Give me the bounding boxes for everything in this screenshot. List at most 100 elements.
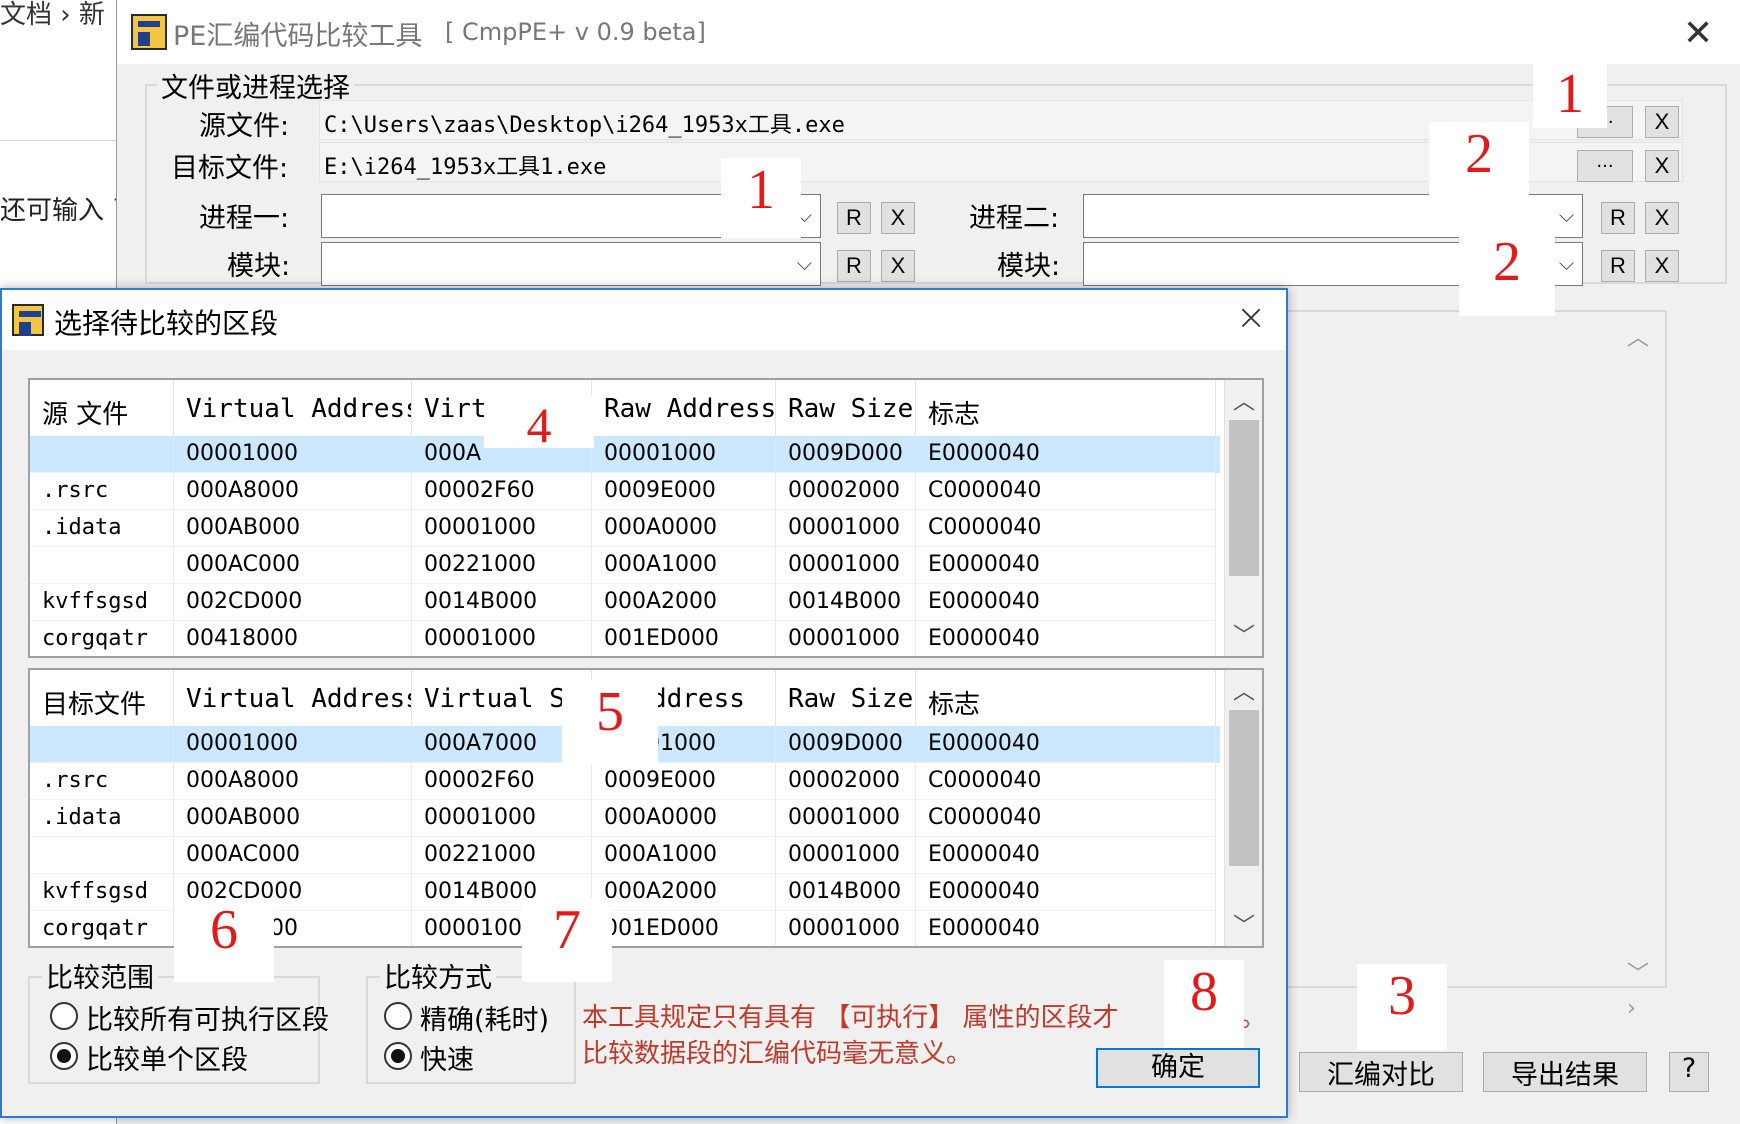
mode-exact-label[interactable]: 精确(耗时) bbox=[420, 998, 549, 1037]
compare-assembly-button[interactable]: 汇编对比 bbox=[1299, 1052, 1463, 1092]
process2-refresh-button[interactable]: R bbox=[1601, 202, 1635, 234]
table-row[interactable]: corgqatr 00418000 00001000 001ED000 00001000… bbox=[30, 621, 1220, 656]
module2-clear-button[interactable]: X bbox=[1645, 250, 1679, 282]
table-cell: 000A8000 bbox=[174, 473, 412, 510]
table-cell: E0000040 bbox=[916, 584, 1216, 621]
target-table-scrollbar[interactable]: ︿ ﹀ bbox=[1224, 670, 1262, 946]
table-cell: 00221000 bbox=[412, 547, 592, 584]
table-cell: 00002000 bbox=[776, 763, 916, 800]
scroll-down-icon[interactable]: ﹀ bbox=[1225, 908, 1262, 940]
target-clear-button[interactable]: X bbox=[1645, 150, 1679, 182]
scrollbar-thumb[interactable] bbox=[1229, 710, 1259, 866]
source-sections-table[interactable]: 源 文件 Virtual Address Virt Raw Address Ra… bbox=[28, 378, 1264, 658]
source-clear-button[interactable]: X bbox=[1645, 106, 1679, 138]
table-cell: E0000040 bbox=[916, 726, 1216, 763]
table-row[interactable]: 000AC000 00221000 000A1000 00001000 E0000040 bbox=[30, 547, 1220, 584]
table-cell: .idata bbox=[30, 800, 174, 837]
mode-exact-radio[interactable] bbox=[384, 1002, 412, 1030]
table-cell: 00001000 bbox=[412, 510, 592, 547]
table-cell: 000A1000 bbox=[592, 837, 776, 874]
scroll-down-icon[interactable]: ﹀ bbox=[1225, 618, 1262, 650]
table-cell: 0009D000 bbox=[776, 436, 916, 473]
export-results-button[interactable]: 导出结果 bbox=[1483, 1052, 1647, 1092]
table-cell: E0000040 bbox=[916, 837, 1216, 874]
process1-clear-button[interactable]: X bbox=[881, 202, 915, 234]
scope-single-radio[interactable] bbox=[50, 1042, 78, 1070]
table-cell: .rsrc bbox=[30, 473, 174, 510]
column-header[interactable]: 源 文件 bbox=[30, 380, 174, 436]
result-pane[interactable]: ︿ ﹀ › bbox=[1285, 310, 1667, 1021]
column-header[interactable]: Raw Address bbox=[592, 380, 776, 436]
column-header[interactable]: Raw Size bbox=[776, 380, 916, 436]
table-cell: 000A2000 bbox=[592, 584, 776, 621]
scope-all-label[interactable]: 比较所有可执行区段 bbox=[86, 998, 329, 1037]
main-titlebar[interactable]: PE汇编代码比较工具 [ CmpPE+ v 0.9 beta] ✕ bbox=[117, 0, 1740, 64]
table-row[interactable]: 00001000 000A 00001000 0009D000 E0000040 bbox=[30, 436, 1220, 473]
table-cell: 00001000 bbox=[776, 510, 916, 547]
mode-fast-label[interactable]: 快速 bbox=[420, 1038, 474, 1077]
scroll-up-icon[interactable]: ︿ bbox=[1225, 384, 1262, 416]
help-button[interactable]: ? bbox=[1669, 1052, 1709, 1092]
table-row[interactable]: .idata 000AB000 00001000 000A0000 00001000 C0… bbox=[30, 510, 1220, 547]
source-table-scrollbar[interactable]: ︿ ﹀ bbox=[1224, 380, 1262, 656]
table-cell: 000A0000 bbox=[592, 800, 776, 837]
column-header[interactable]: 目标文件 bbox=[30, 670, 174, 726]
table-cell: .rsrc bbox=[30, 763, 174, 800]
source-file-label: 源文件: bbox=[199, 111, 290, 142]
scroll-right-icon[interactable]: › bbox=[1627, 996, 1636, 1021]
ok-button[interactable]: 确定 bbox=[1096, 1048, 1260, 1088]
column-header[interactable]: 标志 bbox=[916, 380, 1216, 436]
annotation-marker: 3 bbox=[1357, 964, 1447, 1050]
scope-single-label[interactable]: 比较单个区段 bbox=[86, 1038, 248, 1077]
mode-fast-radio[interactable] bbox=[384, 1042, 412, 1070]
table-cell: 002CD000 bbox=[174, 584, 412, 621]
process2-label: 进程二: bbox=[969, 203, 1060, 234]
mode-title: 比较方式 bbox=[380, 956, 496, 995]
module2-refresh-button[interactable]: R bbox=[1601, 250, 1635, 282]
table-cell bbox=[30, 726, 174, 763]
table-row[interactable]: .rsrc 000A8000 00002F60 0009E000 00002000 C00… bbox=[30, 473, 1220, 510]
section-select-dialog: 选择待比较的区段 × 源 文件 Virtual Address Virt Raw… bbox=[0, 288, 1288, 1118]
process2-clear-button[interactable]: X bbox=[1645, 202, 1679, 234]
scrollbar-thumb[interactable] bbox=[1229, 420, 1259, 576]
table-row[interactable]: 000AC000 00221000 000A1000 00001000 E0000040 bbox=[30, 837, 1220, 874]
module1-refresh-button[interactable]: R bbox=[837, 250, 871, 282]
table-row[interactable]: kvffsgsd 002CD000 0014B000 000A2000 0014B000… bbox=[30, 584, 1220, 621]
scroll-up-icon[interactable]: ︿ bbox=[1627, 320, 1649, 352]
dialog-app-icon bbox=[12, 304, 44, 336]
module1-select[interactable]: ⌵ bbox=[321, 242, 821, 286]
dialog-title: 选择待比较的区段 bbox=[54, 307, 279, 340]
table-cell: 0009D000 bbox=[776, 726, 916, 763]
table-cell: 0014B000 bbox=[776, 584, 916, 621]
table-cell: 000AC000 bbox=[174, 837, 412, 874]
module1-label: 模块: bbox=[227, 251, 291, 282]
dialog-close-icon[interactable]: × bbox=[1236, 300, 1266, 336]
dialog-titlebar[interactable]: 选择待比较的区段 × bbox=[2, 290, 1286, 350]
table-row[interactable]: .idata 000AB000 00001000 000A0000 00001000 C0… bbox=[30, 800, 1220, 837]
source-table-header: 源 文件 Virtual Address Virt Raw Address Ra… bbox=[30, 380, 1230, 436]
column-header[interactable]: 标志 bbox=[916, 670, 1216, 726]
column-header[interactable]: Virtual Address bbox=[174, 380, 412, 436]
scroll-up-icon[interactable]: ︿ bbox=[1225, 674, 1262, 706]
module1-clear-button[interactable]: X bbox=[881, 250, 915, 282]
table-row[interactable]: .rsrc 000A8000 00002F60 0009E000 00002000 C00… bbox=[30, 763, 1220, 800]
table-cell: 00001000 bbox=[776, 800, 916, 837]
main-close-icon[interactable]: ✕ bbox=[1683, 16, 1713, 52]
table-cell: corgqatr bbox=[30, 621, 174, 656]
target-browse-button[interactable]: ... bbox=[1577, 150, 1633, 182]
column-header[interactable]: Virtual Address bbox=[174, 670, 412, 726]
scope-all-radio[interactable] bbox=[50, 1002, 78, 1030]
table-cell: 00221000 bbox=[412, 837, 592, 874]
table-cell: C0000040 bbox=[916, 510, 1216, 547]
table-cell: 000AB000 bbox=[174, 510, 412, 547]
scroll-down-icon[interactable]: ﹀ bbox=[1627, 956, 1649, 988]
column-header[interactable]: Raw Size bbox=[776, 670, 916, 726]
annotation-marker: 7 bbox=[522, 898, 612, 982]
annotation-marker: 1 bbox=[1533, 62, 1607, 128]
table-cell: 000A8000 bbox=[174, 763, 412, 800]
process1-refresh-button[interactable]: R bbox=[837, 202, 871, 234]
table-cell: 00002000 bbox=[776, 473, 916, 510]
annotation-marker: 6 bbox=[174, 898, 274, 982]
note-line-1: 本工具规定只有具有 【可执行】 属性的区段才 bbox=[582, 1003, 1119, 1033]
module2-label: 模块: bbox=[997, 251, 1061, 282]
